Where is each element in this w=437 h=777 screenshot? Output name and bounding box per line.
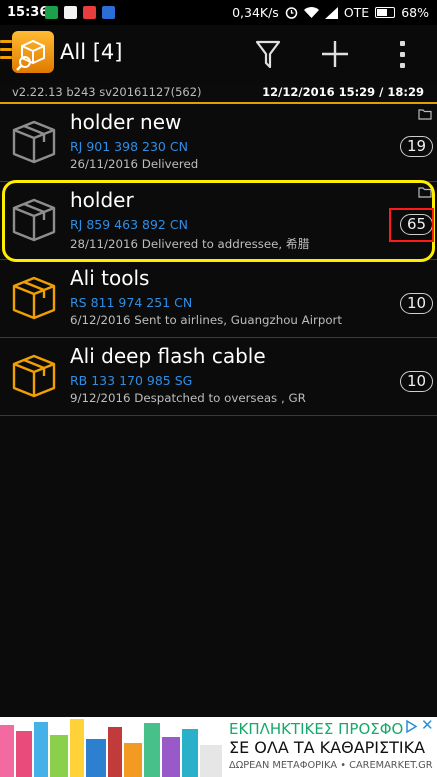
event-count-badge: 10: [400, 371, 433, 392]
filter-button[interactable]: [248, 35, 288, 73]
battery-icon: [375, 7, 396, 18]
close-icon[interactable]: ✕: [421, 718, 435, 733]
package-status: 9/12/2016 Despatched to overseas , GR: [70, 391, 306, 405]
notification-icon: [45, 6, 58, 19]
last-update-time: 12/12/2016 15:29 / 18:29: [262, 85, 424, 99]
package-item[interactable]: Ali deep flash cable RB 133 170 985 SG 9…: [0, 338, 437, 416]
carrier-name: OTE: [343, 5, 370, 20]
overflow-menu-button[interactable]: [382, 35, 422, 73]
version-row: v2.22.13 b243 sv20161127(562) 12/12/2016…: [0, 83, 437, 104]
ad-subheadline: ΣΕ ΟΛΑ ΤΑ ΚΑΘΑΡΙΣΤΙΚΑ: [229, 738, 426, 757]
package-title: holder: [70, 188, 134, 212]
package-title: Ali tools: [70, 266, 150, 290]
folder-icon: [418, 109, 432, 120]
ad-footer-text: ΔΩΡΕΑΝ ΜΕΤΑΦΟΡΙΚΑ • CAREMARKET.GR: [229, 760, 433, 771]
package-search-icon: [16, 39, 45, 71]
event-count-badge: 19: [400, 136, 433, 157]
event-count-badge: 10: [400, 293, 433, 314]
status-bar: 15:36 0,34K/s OTE 68%: [0, 0, 437, 25]
add-package-button[interactable]: [315, 35, 355, 73]
notification-icon: [102, 6, 115, 19]
folder-icon: [418, 187, 432, 198]
tracking-number: RJ 901 398 230 CN: [70, 139, 188, 154]
package-status: 28/11/2016 Delivered to addressee, 希腊: [70, 237, 310, 251]
package-status: 6/12/2016 Sent to airlines, Guangzhou Ai…: [70, 313, 343, 327]
status-time: 15:36: [7, 5, 49, 20]
box-icon: [12, 198, 56, 242]
ad-banner[interactable]: ΕΚΠΛΗΚΤΙΚΕΣ ΠΡΟΣΦΟ ΣΕ ΟΛΑ ΤΑ ΚΑΘΑΡΙΣΤΙΚΑ…: [0, 717, 437, 777]
app-version: v2.22.13 b243 sv20161127(562): [12, 85, 202, 99]
notification-icon: [83, 6, 96, 19]
tracking-number: RB 133 170 985 SG: [70, 373, 193, 388]
menu-icon[interactable]: [0, 40, 12, 64]
battery-level: 68%: [401, 5, 429, 20]
page-title: All [4]: [60, 40, 123, 64]
event-count-badge: 65: [400, 214, 433, 235]
package-title: holder new: [70, 110, 182, 134]
plus-icon: [322, 41, 348, 67]
wifi-icon: [303, 6, 319, 18]
notification-icon: [64, 6, 77, 19]
box-icon: [12, 276, 56, 320]
package-item[interactable]: holder new RJ 901 398 230 CN 26/11/2016 …: [0, 104, 437, 182]
status-right: 0,34K/s OTE 68%: [232, 5, 429, 20]
package-item[interactable]: Ali tools RS 811 974 251 CN 6/12/2016 Se…: [0, 260, 437, 338]
package-status: 26/11/2016 Delivered: [70, 157, 199, 171]
alarm-icon: [285, 7, 298, 19]
ad-choices-icon[interactable]: [405, 720, 418, 733]
network-speed: 0,34K/s: [232, 5, 279, 20]
box-icon: [12, 120, 56, 164]
app-bar: All [4]: [0, 25, 437, 83]
package-title: Ali deep flash cable: [70, 344, 266, 368]
ad-product-image: [0, 719, 222, 777]
package-item[interactable]: holder RJ 859 463 892 CN 28/11/2016 Deli…: [0, 182, 437, 260]
filter-icon: [255, 40, 281, 69]
app-logo[interactable]: [12, 31, 54, 73]
box-icon: [12, 354, 56, 398]
tracking-number: RJ 859 463 892 CN: [70, 217, 188, 232]
signal-icon: [324, 6, 338, 19]
tracking-number: RS 811 974 251 CN: [70, 295, 193, 310]
ad-headline: ΕΚΠΛΗΚΤΙΚΕΣ ΠΡΟΣΦΟ: [229, 720, 404, 738]
